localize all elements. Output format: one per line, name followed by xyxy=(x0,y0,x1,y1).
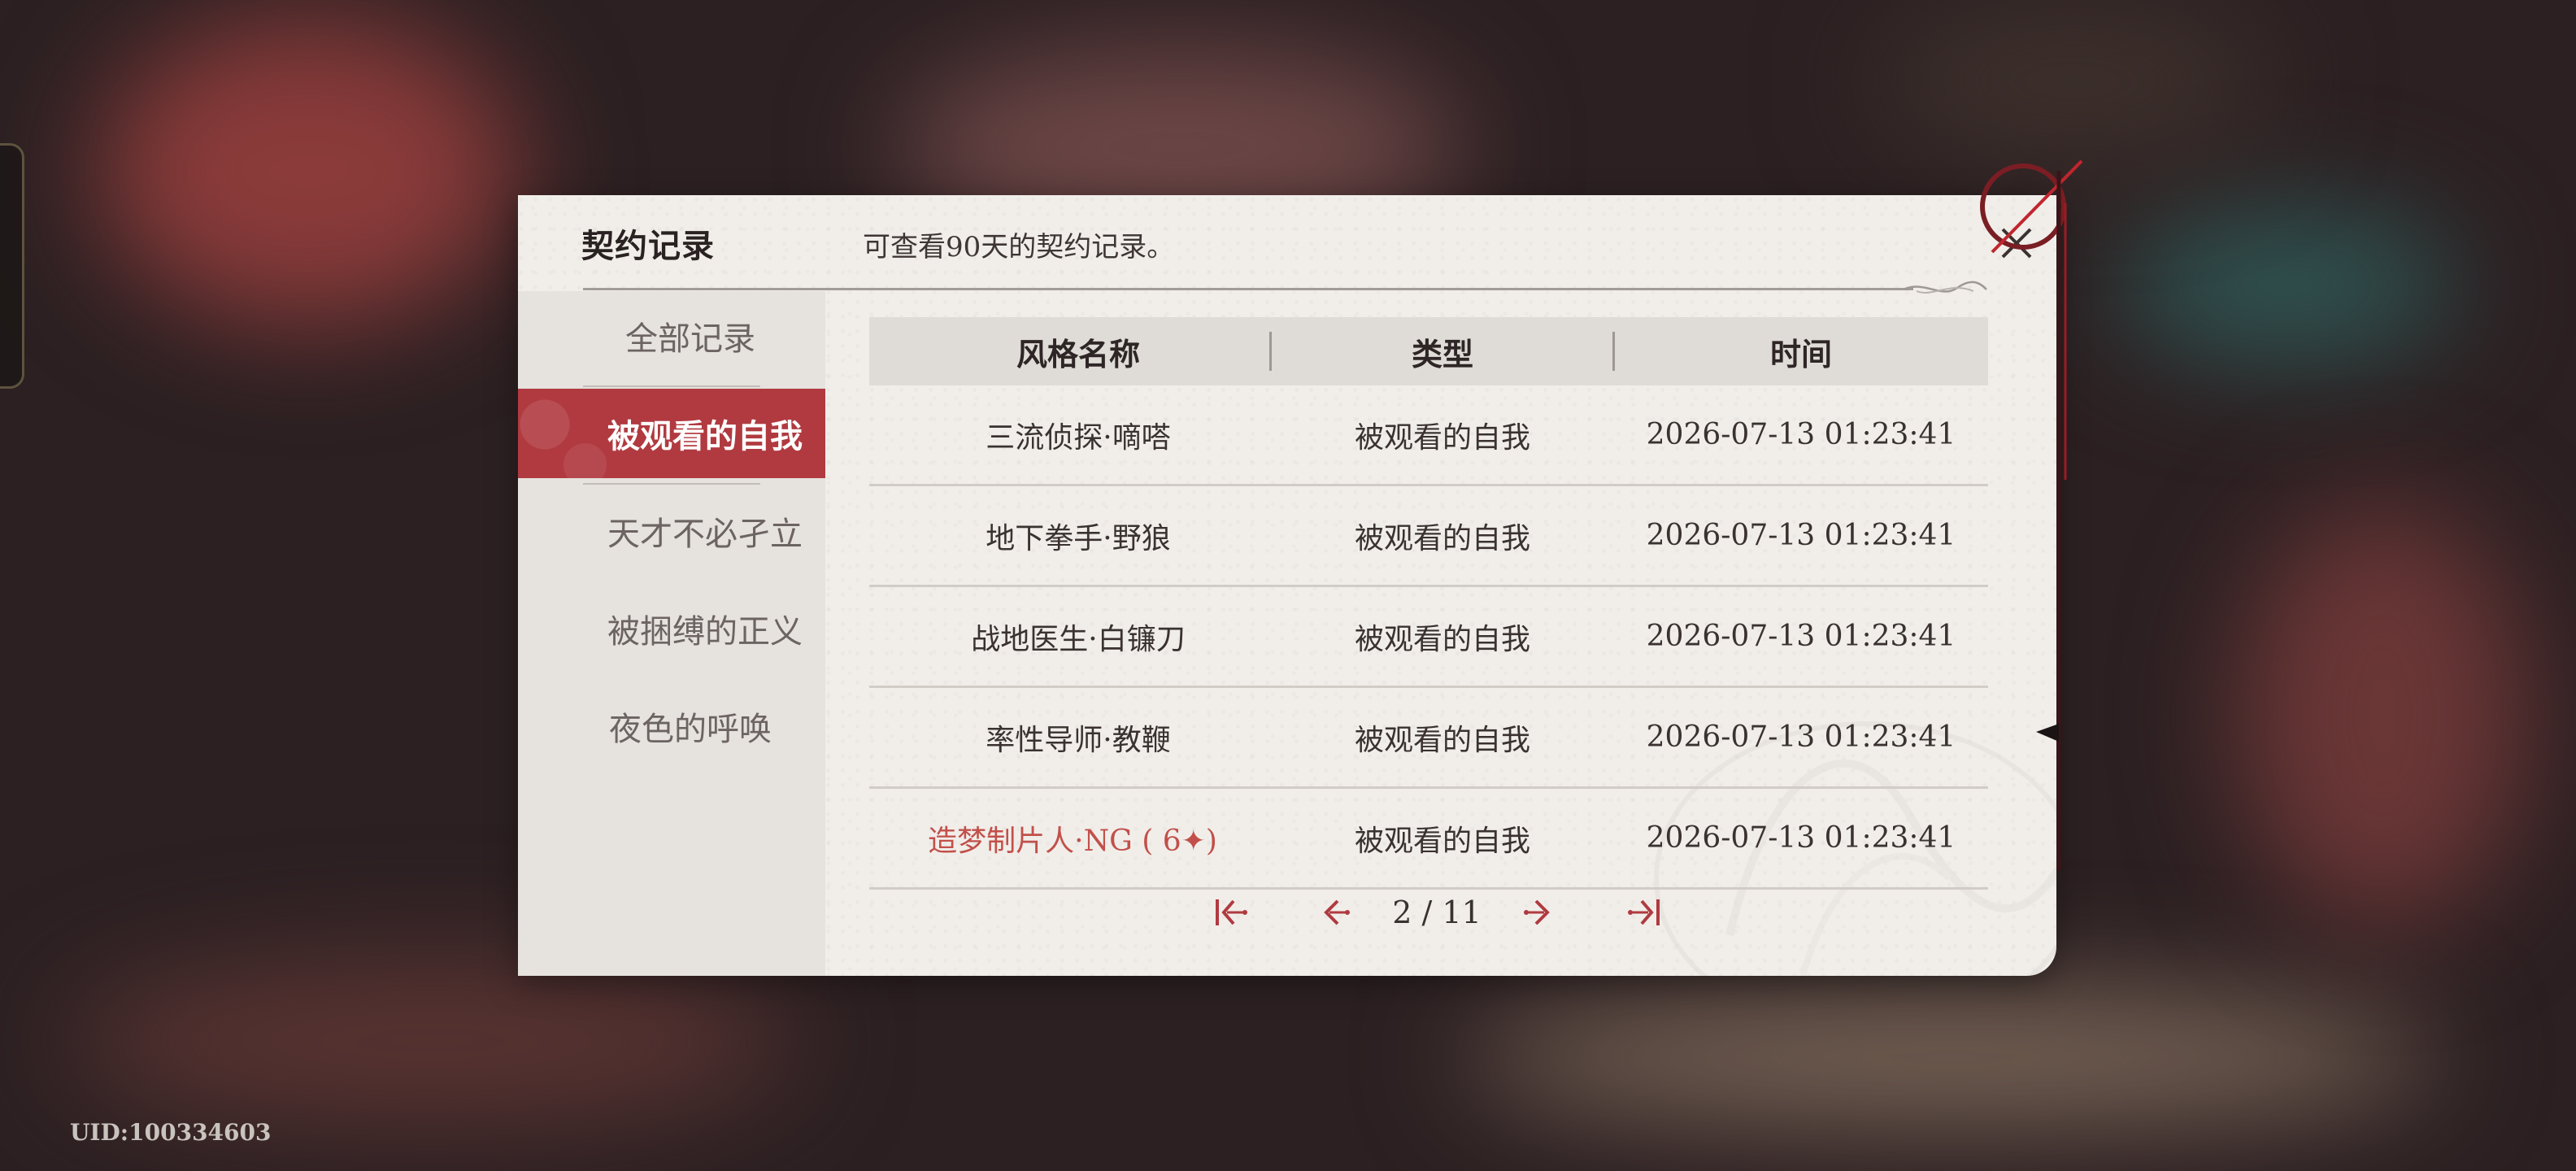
sidebar-item-label: 全部记录 xyxy=(625,320,755,358)
table-row: 战地医生·白镰刀 被观看的自我 2026-07-13 01:23:41 xyxy=(869,587,1988,688)
dialog-title: 契约记录 xyxy=(581,227,715,265)
table-header: 风格名称 类型 时间 xyxy=(869,317,1988,385)
sidebar-item-label: 被观看的自我 xyxy=(607,417,803,455)
background-blur xyxy=(2236,504,2529,927)
first-page-button[interactable] xyxy=(1206,888,1255,937)
cell-time: 2026-07-13 01:23:41 xyxy=(1646,418,1956,451)
cell-time: 2026-07-13 01:23:41 xyxy=(1646,720,1956,754)
table-row: 造梦制片人·NG ( 6✦) 被观看的自我 2026-07-13 01:23:4… xyxy=(869,789,1988,890)
cell-style-name: 地下拳手·野狼 xyxy=(986,521,1171,555)
background-blur xyxy=(2114,211,2456,358)
sidebar-item-label: 夜色的呼唤 xyxy=(609,711,772,748)
game-screen: 契约记录 可查看90天的契约记录。 全部记录 被观看的自我 天才不必孑立 被捆缚… xyxy=(0,0,2576,1171)
sidebar-item-bound-justice[interactable]: 被捆缚的正义 xyxy=(518,584,825,673)
cell-type: 被观看的自我 xyxy=(1354,622,1530,656)
category-sidebar: 全部记录 被观看的自我 天才不必孑立 被捆缚的正义 夜色的呼唤 xyxy=(518,291,825,976)
cell-style-name: 造梦制片人·NG ( 6✦) xyxy=(928,824,1217,858)
dialog-ornament xyxy=(1980,159,2083,870)
sidebar-item-watched-self[interactable]: 被观看的自我 xyxy=(518,389,825,478)
column-header-time: 时间 xyxy=(1769,335,1832,372)
background-blur xyxy=(1464,992,2439,1122)
sidebar-item-all-records[interactable]: 全部记录 xyxy=(518,291,825,381)
sidebar-divider xyxy=(583,483,760,485)
cell-type: 被观看的自我 xyxy=(1354,420,1530,455)
column-header-type: 类型 xyxy=(1411,335,1473,372)
cell-type: 被观看的自我 xyxy=(1354,723,1530,757)
cell-time: 2026-07-13 01:23:41 xyxy=(1646,519,1956,552)
table-row: 三流侦探·嘀嗒 被观看的自我 2026-07-13 01:23:41 xyxy=(869,385,1988,486)
user-id: UID:100334603 xyxy=(70,1119,272,1146)
cell-style-name: 战地医生·白镰刀 xyxy=(971,622,1186,656)
page-indicator: 2 / 11 xyxy=(1392,895,1482,930)
cell-style-name: 率性导师·教鞭 xyxy=(986,723,1171,757)
next-page-button[interactable] xyxy=(1513,888,1562,937)
background-blur xyxy=(65,960,797,1122)
dialog-subtitle: 可查看90天的契约记录。 xyxy=(863,231,1175,263)
background-blur xyxy=(98,16,520,325)
table-row: 地下拳手·野狼 被观看的自我 2026-07-13 01:23:41 xyxy=(869,486,1988,587)
cell-type: 被观看的自我 xyxy=(1354,521,1530,555)
sidebar-item-label: 天才不必孑立 xyxy=(607,516,803,553)
cell-type: 被观看的自我 xyxy=(1354,824,1530,858)
sidebar-item-night-call[interactable]: 夜色的呼唤 xyxy=(518,681,825,771)
side-tab-handle[interactable] xyxy=(0,143,24,389)
background-blur xyxy=(1870,0,2277,163)
last-page-button[interactable] xyxy=(1621,888,1669,937)
table-row: 率性导师·教鞭 被观看的自我 2026-07-13 01:23:41 xyxy=(869,688,1988,789)
sidebar-divider xyxy=(583,385,760,387)
sidebar-item-genius[interactable]: 天才不必孑立 xyxy=(518,486,825,576)
column-header-style-name: 风格名称 xyxy=(1016,335,1140,372)
cell-style-name: 三流侦探·嘀嗒 xyxy=(986,420,1171,455)
sidebar-item-label: 被捆缚的正义 xyxy=(607,613,803,651)
contract-record-dialog: 契约记录 可查看90天的契约记录。 全部记录 被观看的自我 天才不必孑立 被捆缚… xyxy=(518,195,2056,976)
cell-time: 2026-07-13 01:23:41 xyxy=(1646,620,1956,653)
header-divider xyxy=(583,288,1913,290)
prev-page-button[interactable] xyxy=(1312,888,1360,937)
cell-time: 2026-07-13 01:23:41 xyxy=(1646,821,1956,855)
